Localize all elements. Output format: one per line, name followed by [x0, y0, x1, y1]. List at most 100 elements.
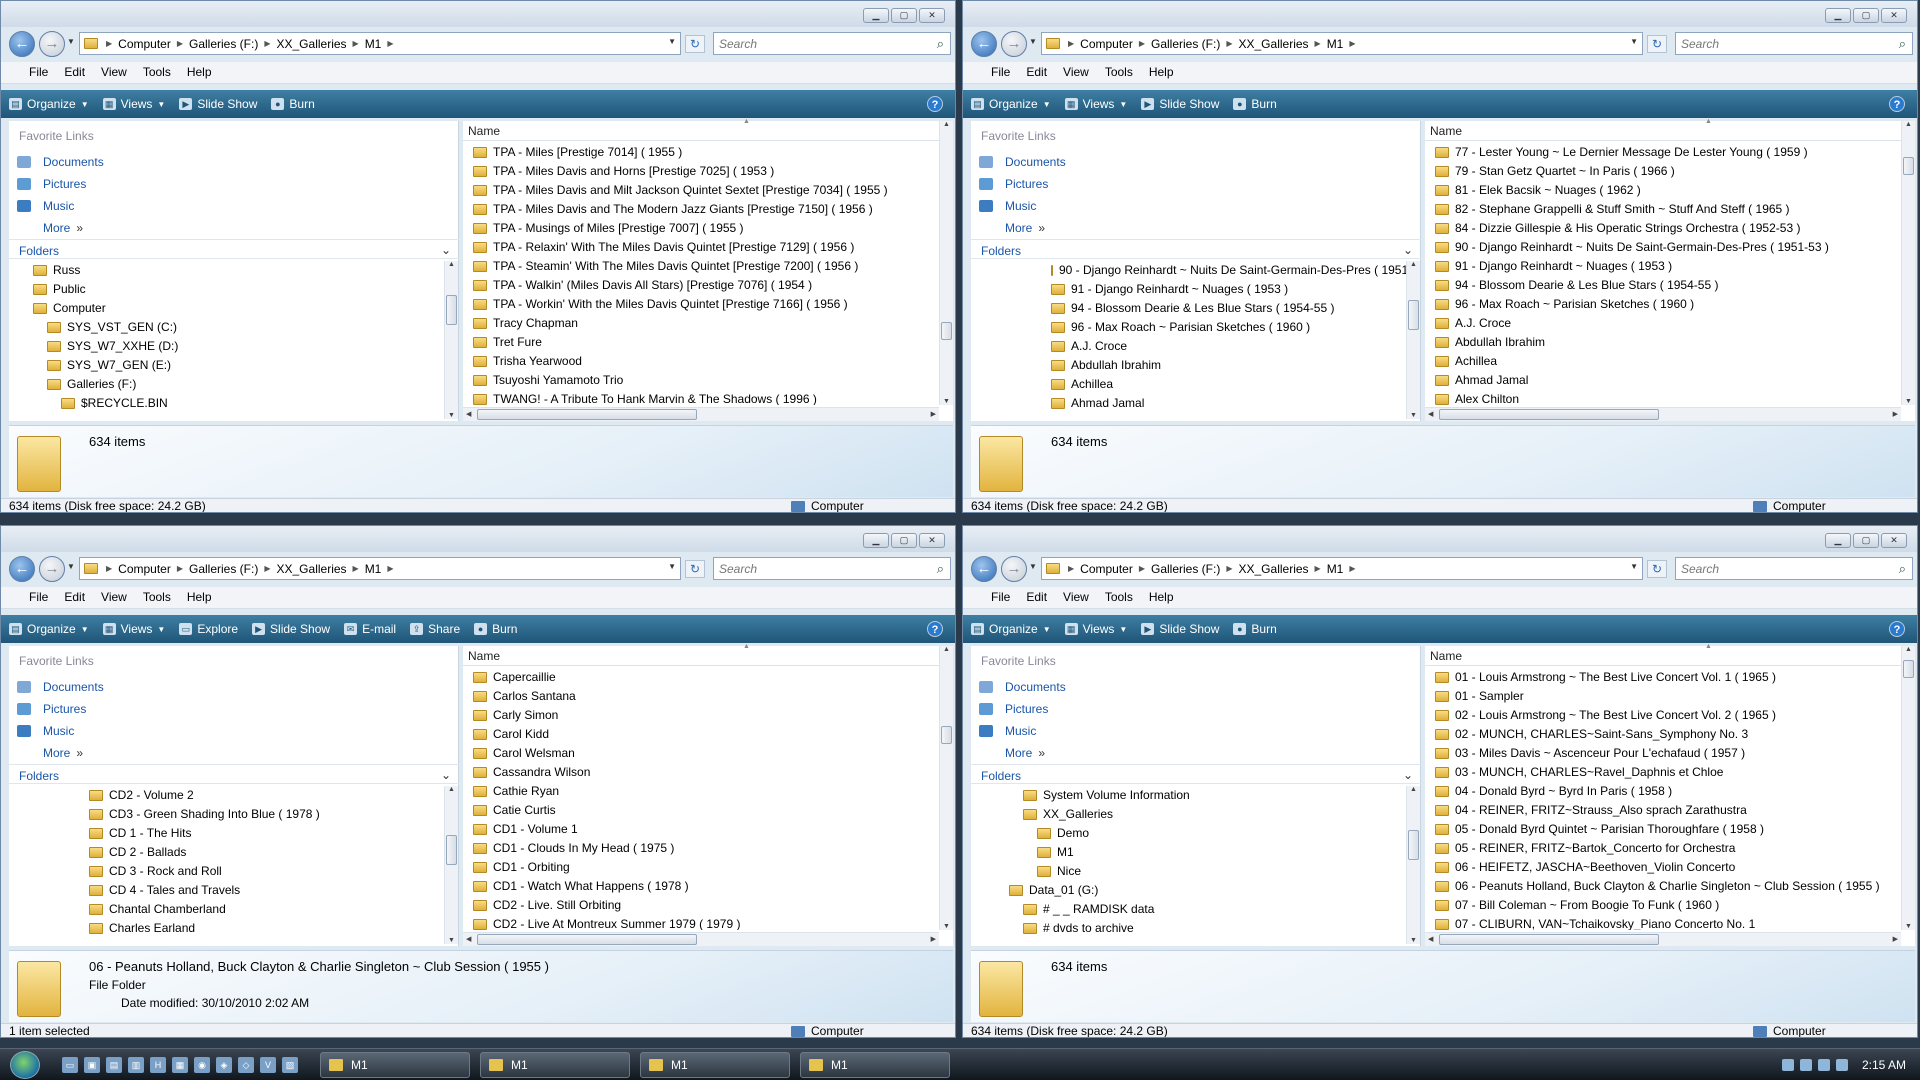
- list-item[interactable]: Tsuyoshi Yamamoto Trio: [463, 371, 939, 390]
- name-column-header[interactable]: ▲ Name: [463, 643, 939, 666]
- tree-scrollbar[interactable]: ▲ ▼: [1406, 786, 1420, 944]
- horizontal-scrollbar[interactable]: ◀ ▶: [1425, 932, 1901, 946]
- list-item[interactable]: 06 - Peanuts Holland, Buck Clayton & Cha…: [1425, 877, 1901, 896]
- list-item[interactable]: Tracy Chapman: [463, 314, 939, 333]
- tree-item[interactable]: Chantal Chamberland: [9, 900, 445, 919]
- minimize-button[interactable]: ▁: [863, 533, 889, 548]
- search-icon[interactable]: ⌕: [1899, 561, 1906, 577]
- help-icon[interactable]: ?: [1889, 96, 1905, 112]
- file-scrollbar[interactable]: ▲ ▼: [1901, 646, 1915, 930]
- scroll-down-icon[interactable]: ▼: [940, 923, 953, 930]
- title-bar[interactable]: ▁ ▢ ✕: [963, 526, 1917, 552]
- refresh-button[interactable]: ↻: [685, 560, 705, 578]
- scroll-up-icon[interactable]: ▲: [1407, 261, 1420, 268]
- breadcrumb-separator-icon[interactable]: ▶: [351, 564, 361, 573]
- breadcrumb-item[interactable]: XX_Galleries: [1235, 37, 1313, 51]
- folders-header[interactable]: Folders ⌄: [971, 239, 1421, 259]
- favorite-link[interactable]: More »: [979, 742, 1066, 764]
- menu-item[interactable]: Tools: [135, 587, 179, 608]
- tree-item[interactable]: 91 - Django Reinhardt ~ Nuages ( 1953 ): [971, 280, 1407, 299]
- favorite-link[interactable]: Music: [17, 720, 104, 742]
- list-item[interactable]: TWANG! - A Tribute To Hank Marvin & The …: [463, 390, 939, 405]
- favorite-link[interactable]: Music: [17, 195, 104, 217]
- menu-item[interactable]: View: [1055, 587, 1097, 608]
- search-icon[interactable]: ⌕: [937, 36, 944, 52]
- breadcrumb-item[interactable]: Computer: [114, 562, 175, 576]
- scroll-thumb[interactable]: [1408, 830, 1419, 860]
- tree-item[interactable]: SYS_W7_XXHE (D:): [9, 337, 445, 356]
- back-button[interactable]: ←: [9, 556, 35, 582]
- forward-button[interactable]: →: [1001, 556, 1027, 582]
- menu-item[interactable]: Help: [179, 587, 220, 608]
- menu-item[interactable]: Edit: [1018, 62, 1055, 83]
- scroll-down-icon[interactable]: ▼: [940, 398, 953, 405]
- menu-item[interactable]: Edit: [56, 62, 93, 83]
- list-item[interactable]: Carol Kidd: [463, 725, 939, 744]
- close-button[interactable]: ✕: [919, 8, 945, 23]
- scroll-down-icon[interactable]: ▼: [1902, 398, 1915, 405]
- taskbar-button-m1[interactable]: M1: [640, 1052, 790, 1078]
- horizontal-scrollbar[interactable]: ◀ ▶: [1425, 407, 1901, 421]
- favorite-link[interactable]: Pictures: [979, 698, 1066, 720]
- back-button[interactable]: ←: [971, 31, 997, 57]
- menu-item[interactable]: Help: [179, 62, 220, 83]
- scroll-right-icon[interactable]: ▶: [1893, 933, 1898, 946]
- favorite-link[interactable]: Music: [979, 195, 1066, 217]
- tree-item[interactable]: 94 - Blossom Dearie & Les Blue Stars ( 1…: [971, 299, 1407, 318]
- breadcrumb-separator-icon[interactable]: ▶: [175, 39, 185, 48]
- tree-item[interactable]: Galleries (F:): [9, 375, 445, 394]
- tree-item[interactable]: CD 1 - The Hits: [9, 824, 445, 843]
- favorite-link[interactable]: Documents: [17, 151, 104, 173]
- app-icon[interactable]: V: [260, 1057, 276, 1073]
- address-bar[interactable]: ▶ Computer ▶ Galleries (F:) ▶ XX_Galleries ▶ M1…: [1041, 32, 1643, 55]
- tree-item[interactable]: Nice: [971, 862, 1407, 881]
- list-item[interactable]: 05 - Donald Byrd Quintet ~ Parisian Thor…: [1425, 820, 1901, 839]
- menu-item[interactable]: Tools: [135, 62, 179, 83]
- dropdown-arrow-icon[interactable]: ▼: [1119, 100, 1127, 109]
- app-icon[interactable]: ▦: [172, 1057, 188, 1073]
- scroll-up-icon[interactable]: ▲: [1902, 121, 1915, 128]
- list-item[interactable]: CD1 - Volume 1: [463, 820, 939, 839]
- recent-pages-dropdown[interactable]: ▼: [67, 37, 75, 46]
- list-item[interactable]: 04 - Donald Byrd ~ Byrd In Paris ( 1958 …: [1425, 782, 1901, 801]
- tree-item[interactable]: CD 4 - Tales and Travels: [9, 881, 445, 900]
- breadcrumb-separator-icon[interactable]: ▶: [351, 39, 361, 48]
- breadcrumb-separator-icon[interactable]: ▶: [1224, 39, 1234, 48]
- refresh-button[interactable]: ↻: [1647, 35, 1667, 53]
- command-button[interactable]: ▭ Explore: [179, 622, 238, 636]
- help-icon[interactable]: ?: [1889, 621, 1905, 637]
- tree-item[interactable]: A.J. Croce: [971, 337, 1407, 356]
- scroll-thumb[interactable]: [477, 934, 697, 945]
- list-item[interactable]: TPA - Miles Davis and Horns [Prestige 70…: [463, 162, 939, 181]
- tree-item[interactable]: CD 2 - Ballads: [9, 843, 445, 862]
- horizontal-scrollbar[interactable]: ◀ ▶: [463, 407, 939, 421]
- list-item[interactable]: Abdullah Ibrahim: [1425, 333, 1901, 352]
- tree-item[interactable]: Demo: [971, 824, 1407, 843]
- breadcrumb-item[interactable]: Galleries (F:): [185, 37, 262, 51]
- favorite-link[interactable]: Documents: [979, 676, 1066, 698]
- breadcrumb-separator-icon[interactable]: ▶: [1347, 564, 1357, 573]
- menu-item[interactable]: Tools: [1097, 587, 1141, 608]
- command-button[interactable]: ▦ Views ▼: [1064, 622, 1127, 636]
- search-input[interactable]: Search ⌕: [713, 32, 951, 55]
- scroll-left-icon[interactable]: ◀: [1428, 933, 1433, 946]
- menu-item[interactable]: Help: [1141, 62, 1182, 83]
- list-item[interactable]: 02 - MUNCH, CHARLES~Saint-Sans_Symphony …: [1425, 725, 1901, 744]
- list-item[interactable]: 03 - MUNCH, CHARLES~Ravel_Daphnis et Chl…: [1425, 763, 1901, 782]
- tree-item[interactable]: M1: [971, 843, 1407, 862]
- breadcrumb-separator-icon[interactable]: ▶: [385, 39, 395, 48]
- address-bar[interactable]: ▶ Computer ▶ Galleries (F:) ▶ XX_Galleries ▶ M1…: [1041, 557, 1643, 580]
- breadcrumb-separator-icon[interactable]: ▶: [1066, 564, 1076, 573]
- breadcrumb-item[interactable]: M1: [361, 37, 386, 51]
- chevron-down-icon[interactable]: ⌄: [1403, 243, 1413, 257]
- firefox-icon[interactable]: ◉: [194, 1057, 210, 1073]
- menu-item[interactable]: File: [21, 62, 56, 83]
- search-input[interactable]: Search ⌕: [1675, 557, 1913, 580]
- breadcrumb-item[interactable]: Galleries (F:): [185, 562, 262, 576]
- breadcrumb-item[interactable]: Galleries (F:): [1147, 562, 1224, 576]
- list-item[interactable]: 91 - Django Reinhardt ~ Nuages ( 1953 ): [1425, 257, 1901, 276]
- list-item[interactable]: Tret Fure: [463, 333, 939, 352]
- list-item[interactable]: CD1 - Clouds In My Head ( 1975 ): [463, 839, 939, 858]
- tree-item[interactable]: CD2 - Volume 2: [9, 786, 445, 805]
- dropdown-arrow-icon[interactable]: ▼: [81, 625, 89, 634]
